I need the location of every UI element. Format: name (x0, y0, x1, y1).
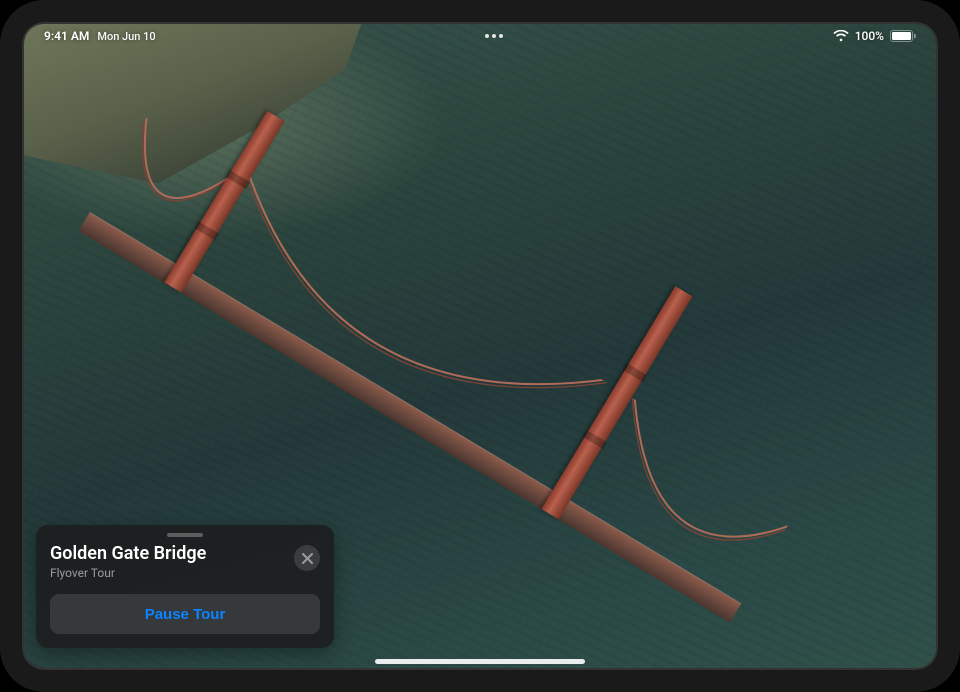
close-icon (302, 553, 313, 564)
multitasking-menu-button[interactable] (479, 30, 509, 42)
flyover-title: Golden Gate Bridge (50, 543, 206, 565)
home-indicator[interactable] (375, 659, 585, 664)
pause-tour-button[interactable]: Pause Tour (50, 594, 320, 634)
status-date: Mon Jun 10 (97, 30, 155, 43)
battery-icon (890, 30, 916, 42)
status-bar: 9:41 AM Mon Jun 10 100% (22, 25, 938, 47)
card-grabber[interactable] (167, 533, 203, 537)
flyover-tour-card[interactable]: Golden Gate Bridge Flyover Tour Pause To… (36, 525, 334, 648)
maps-flyover-viewport[interactable]: 9:41 AM Mon Jun 10 100% (22, 22, 938, 670)
battery-percent: 100% (855, 29, 884, 43)
bridge-tower-north (164, 111, 284, 293)
wifi-icon (833, 30, 849, 42)
flyover-subtitle: Flyover Tour (50, 566, 206, 580)
status-time: 9:41 AM (44, 29, 89, 43)
close-button[interactable] (294, 545, 320, 571)
